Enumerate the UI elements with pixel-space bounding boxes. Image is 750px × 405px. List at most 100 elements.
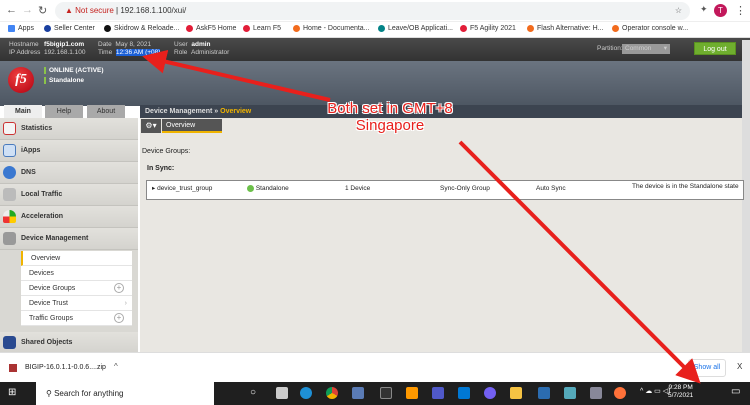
show-all-button[interactable]: Show all: [688, 359, 726, 377]
sidebar-item-shared-objects[interactable]: Shared Objects: [0, 332, 138, 354]
gear-menu-icon[interactable]: ⚙▾: [141, 119, 161, 133]
plus-icon[interactable]: +: [114, 283, 124, 293]
address-bar-row: ← → ↻ ▲ Not secure | 192.168.1.100/xui/☆…: [0, 0, 750, 22]
star-icon[interactable]: ☆: [675, 2, 682, 20]
profile-avatar[interactable]: T: [714, 4, 727, 17]
bookmark[interactable]: Apps: [8, 25, 34, 32]
group-name: ▸ device_trust_group: [152, 185, 213, 192]
globe-icon: [3, 166, 16, 179]
f5-header-bar: Hostname f5bigip1.com IP Address 192.168…: [0, 38, 750, 61]
app-icon[interactable]: [590, 387, 602, 399]
iapps-icon: [3, 144, 16, 157]
bookmark[interactable]: Operator console w...: [612, 25, 688, 32]
bookmark[interactable]: Flash Alternative: H...: [527, 25, 604, 32]
windows-start-icon[interactable]: ⊞: [8, 388, 16, 398]
gauge-icon: [3, 210, 16, 223]
sidebar-item-dns[interactable]: DNS: [0, 162, 138, 184]
task-view-icon[interactable]: [276, 387, 288, 399]
tray-icons[interactable]: ^ ☁ ▭ ◁): [640, 387, 670, 395]
bookmark[interactable]: Leave/OB Applicati...: [378, 25, 453, 32]
online-status: ONLINE (ACTIVE): [44, 67, 104, 74]
bookmark[interactable]: Learn F5: [243, 25, 281, 32]
bookmarks-bar: Apps Seller Center Skidrow & Reloade... …: [0, 22, 750, 38]
archive-icon: [9, 364, 17, 372]
cortana-icon[interactable]: ○: [250, 387, 256, 398]
in-sync-label: In Sync:: [147, 165, 175, 172]
chevron-right-icon: ›: [124, 300, 127, 307]
hostname: f5bigip1.com: [44, 41, 85, 48]
vs-icon[interactable]: [538, 387, 550, 399]
date: May 8, 2021: [115, 41, 152, 48]
url-text: 192.168.1.100/xui/: [120, 6, 187, 15]
notifications-icon[interactable]: ▭: [731, 386, 740, 397]
device-count: 1 Device: [345, 185, 371, 192]
back-icon[interactable]: ←: [6, 4, 17, 16]
close-icon[interactable]: X: [737, 362, 742, 371]
download-file[interactable]: BIGIP-16.0.1.1-0.0.6....zip: [25, 364, 106, 371]
download-bar: BIGIP-16.0.1.1-0.0.6....zip ^ Show all X: [0, 352, 750, 382]
partition-select[interactable]: Common ▾: [622, 44, 670, 54]
device-groups-heading: Device Groups:: [142, 148, 191, 155]
statistics-icon: [3, 122, 16, 135]
shared-objects-icon: [3, 336, 16, 349]
bookmark[interactable]: F5 Agility 2021: [460, 25, 516, 32]
device-icon: [3, 232, 16, 245]
bookmark[interactable]: Skidrow & Reloade...: [104, 25, 179, 32]
sidebar-item-statistics[interactable]: Statistics: [0, 118, 138, 140]
taskbar-search-input[interactable]: ⚲ Search for anything: [36, 382, 214, 405]
mode-status: Standalone: [44, 77, 84, 84]
sidebar: Statistics iApps DNS Local Traffic Accel…: [0, 118, 138, 354]
tab-help[interactable]: Help: [45, 105, 83, 118]
apps-icon: [8, 25, 15, 32]
sync-type: Auto Sync: [536, 185, 566, 192]
plus-icon[interactable]: +: [114, 313, 124, 323]
forward-icon[interactable]: →: [22, 4, 33, 16]
submenu-overview[interactable]: Overview: [21, 251, 132, 266]
submenu-traffic-groups[interactable]: Traffic Groups +: [21, 311, 132, 326]
outlook-icon[interactable]: [458, 387, 470, 399]
url-input[interactable]: ▲ Not secure | 192.168.1.100/xui/☆: [55, 2, 690, 20]
sync-message: The device is in the Standalone state: [632, 183, 739, 190]
bookmark[interactable]: Home - Documenta...: [293, 25, 370, 32]
user: admin: [191, 41, 211, 48]
chrome-icon[interactable]: [326, 387, 338, 399]
group-type: Sync-Only Group: [440, 185, 490, 192]
app-icon[interactable]: [564, 387, 576, 399]
terminal-icon[interactable]: [380, 387, 392, 399]
status-ok-icon: [247, 185, 254, 192]
content-area: Device Groups: In Sync:: [140, 118, 750, 352]
sidebar-item-local-traffic[interactable]: Local Traffic: [0, 184, 138, 206]
group-status: Standalone: [247, 185, 289, 192]
f5-logo: f5: [8, 67, 34, 93]
reload-icon[interactable]: ↻: [38, 4, 47, 17]
warning-icon: ▲: [65, 6, 76, 15]
sidebar-item-device-management[interactable]: Device Management: [0, 228, 138, 250]
submenu-devices[interactable]: Devices: [21, 266, 132, 281]
firefox-icon[interactable]: [614, 387, 626, 399]
file-explorer-icon[interactable]: [510, 387, 522, 399]
clock[interactable]: 9:28 PM 5/7/2021: [668, 384, 693, 400]
annotation-text: Both set in GMT+8 Singapore: [327, 100, 453, 134]
app-icon[interactable]: [406, 387, 418, 399]
subtab-overview[interactable]: Overview: [162, 119, 222, 133]
network-app-icon[interactable]: [352, 387, 364, 399]
edge-icon[interactable]: [300, 387, 312, 399]
submenu-device-groups[interactable]: Device Groups +: [21, 281, 132, 296]
submenu-device-trust[interactable]: Device Trust ›: [21, 296, 132, 311]
teams-icon[interactable]: [432, 387, 444, 399]
ip-address: 192.168.1.100: [43, 49, 86, 56]
tab-main[interactable]: Main: [4, 105, 42, 118]
sidebar-item-iapps[interactable]: iApps: [0, 140, 138, 162]
logout-button[interactable]: Log out: [694, 42, 736, 55]
bookmark[interactable]: AskF5 Home: [186, 25, 236, 32]
chevron-up-icon[interactable]: ^: [114, 362, 118, 371]
time: 12:36 AM (+08): [115, 49, 161, 56]
local-traffic-icon: [3, 188, 16, 201]
table-row[interactable]: ▸ device_trust_group Standalone 1 Device…: [146, 180, 744, 200]
viber-icon[interactable]: [484, 387, 496, 399]
extensions-icon[interactable]: ✦: [700, 4, 708, 15]
tab-about[interactable]: About: [87, 105, 125, 118]
bookmark[interactable]: Seller Center: [44, 25, 95, 32]
sidebar-item-acceleration[interactable]: Acceleration: [0, 206, 138, 228]
menu-icon[interactable]: ⋮: [735, 4, 746, 17]
